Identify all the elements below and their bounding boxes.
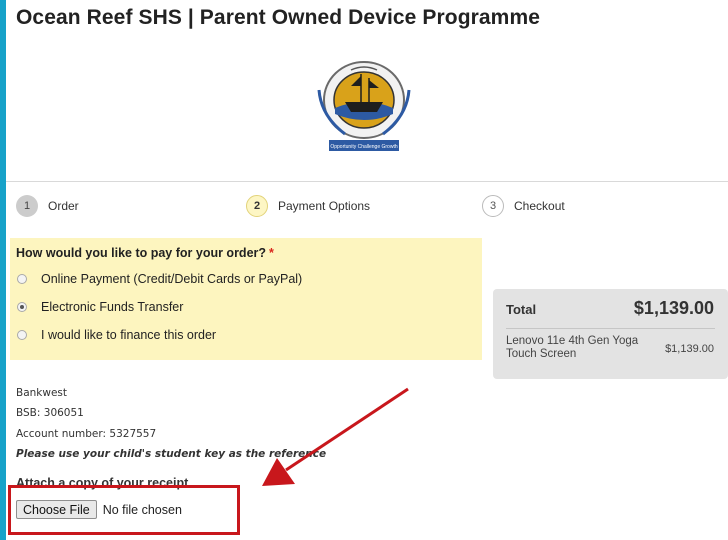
payment-options-panel: How would you like to pay for your order… — [10, 238, 482, 360]
step-label: Payment Options — [278, 199, 371, 213]
step-order[interactable]: 1 Order — [16, 193, 79, 219]
option-label: I would like to finance this order — [41, 328, 217, 342]
summary-divider — [506, 328, 715, 329]
radio-button-selected[interactable] — [17, 302, 27, 312]
step-label: Checkout — [514, 199, 565, 213]
item-name: Lenovo 11e 4th Gen Yoga Touch Screen — [506, 335, 639, 360]
school-logo: Opportunity Challenge Growth — [317, 61, 411, 151]
radio-button[interactable] — [17, 330, 27, 340]
file-upload[interactable]: Choose File No file chosen — [16, 500, 182, 519]
file-status: No file chosen — [102, 502, 182, 517]
item-price: $1,139.00 — [665, 343, 714, 355]
option-label: Electronic Funds Transfer — [41, 300, 184, 314]
step-number: 1 — [16, 195, 38, 217]
total-value: $1,139.00 — [633, 298, 714, 318]
reference-note: Please use your child's student key as t… — [16, 448, 327, 460]
step-number: 3 — [482, 195, 504, 217]
step-checkout[interactable]: 3 Checkout — [482, 193, 565, 219]
bank-account: Account number: 5327557 — [16, 428, 157, 440]
choose-file-button[interactable]: Choose File — [16, 500, 97, 519]
payment-option-online[interactable]: Online Payment (Credit/Debit Cards or Pa… — [17, 272, 302, 286]
total-label: Total — [506, 302, 537, 317]
bank-bsb: BSB: 306051 — [16, 407, 84, 419]
divider — [6, 181, 728, 182]
bank-name: Bankwest — [16, 387, 68, 399]
required-mark: * — [269, 246, 274, 260]
payment-option-eft[interactable]: Electronic Funds Transfer — [17, 300, 183, 314]
step-label: Order — [48, 199, 79, 213]
page-title: Ocean Reef SHS | Parent Owned Device Pro… — [16, 6, 541, 29]
payment-option-finance[interactable]: I would like to finance this order — [17, 328, 216, 342]
order-summary: Total $1,139.00 Lenovo 11e 4th Gen Yoga … — [493, 289, 728, 379]
step-number: 2 — [246, 195, 268, 217]
logo-banner-text: Opportunity Challenge Growth — [330, 144, 397, 150]
page: Ocean Reef SHS | Parent Owned Device Pro… — [6, 0, 728, 540]
radio-button[interactable] — [17, 274, 27, 284]
step-payment-options[interactable]: 2 Payment Options — [246, 193, 370, 219]
payment-question: How would you like to pay for your order… — [16, 246, 274, 260]
option-label: Online Payment (Credit/Debit Cards or Pa… — [41, 272, 303, 286]
